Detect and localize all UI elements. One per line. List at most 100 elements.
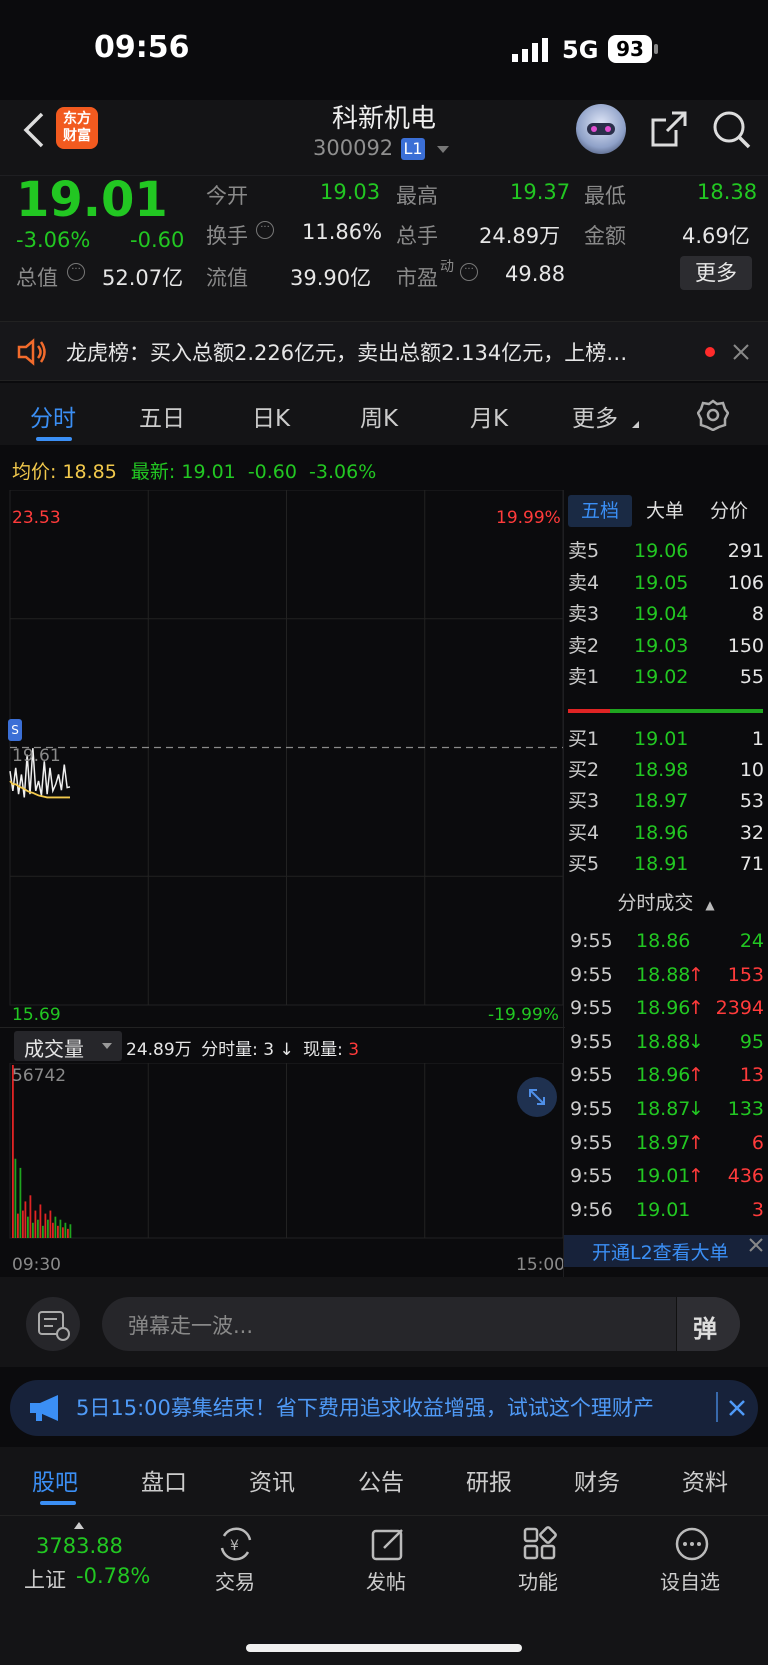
y-min-label: 15.69 — [12, 1005, 61, 1025]
pct-max-label: 19.99% — [496, 508, 561, 528]
ask-volume: 106 — [727, 571, 764, 594]
ask-row[interactable]: 卖5 19.06 291 — [568, 535, 768, 568]
assistant-avatar[interactable] — [576, 104, 626, 154]
danmu-toggle[interactable] — [26, 1297, 80, 1351]
level-badge[interactable]: L1 — [401, 138, 425, 160]
bid-label: 买5 — [568, 852, 600, 875]
volume-bar — [39, 1204, 42, 1238]
bid-row[interactable]: 买2 18.98 10 — [568, 754, 768, 787]
grid-icon[interactable] — [522, 1526, 558, 1562]
turnover-info-icon[interactable]: ··· — [256, 221, 274, 239]
volume-bar — [12, 1065, 14, 1238]
collapse-arrow-icon[interactable]: ▲ — [705, 898, 714, 912]
dragon-tiger-notice[interactable]: 龙虎榜：买入总额2.226亿元，卖出总额2.134亿元，上榜… — [0, 321, 768, 381]
volume-chart[interactable] — [0, 1063, 565, 1243]
tab-more[interactable]: 更多 — [572, 399, 618, 433]
trade-volume: 13 — [739, 1064, 764, 1087]
ask-row[interactable]: 卖3 19.04 8 — [568, 598, 768, 631]
bid-row[interactable]: 买5 18.91 71 — [568, 848, 768, 881]
close-icon[interactable] — [748, 1237, 764, 1253]
compose-icon[interactable] — [370, 1526, 406, 1562]
ask-price: 19.03 — [634, 634, 689, 657]
tab-profile[interactable]: 资料 — [682, 1463, 728, 1497]
yuan-exchange-icon[interactable]: ¥ — [216, 1526, 256, 1562]
amount-label: 金额 — [584, 224, 626, 248]
bid-row[interactable]: 买3 18.97 53 — [568, 785, 768, 818]
price-chart[interactable] — [0, 490, 565, 1018]
close-icon[interactable] — [728, 1399, 746, 1417]
ask-row[interactable]: 卖1 19.02 55 — [568, 661, 768, 694]
close-icon[interactable] — [733, 344, 749, 360]
banner-divider — [716, 1392, 718, 1422]
bid-row[interactable]: 买1 19.01 1 — [568, 723, 768, 756]
orderbook-tab-bigorder[interactable]: 大单 — [646, 495, 684, 527]
tab-news[interactable]: 资讯 — [249, 1463, 295, 1497]
trade-price: 19.01 — [636, 1165, 691, 1188]
danmu-settings-icon — [38, 1311, 70, 1341]
tab-five-day[interactable]: 五日 — [139, 399, 185, 433]
volume-total: 24.89万 — [126, 1040, 192, 1060]
index-name[interactable]: 上证 — [24, 1564, 66, 1594]
trade-label[interactable]: 交易 — [215, 1566, 255, 1595]
trade-price: 18.88 — [636, 963, 691, 986]
current-volume-value: 3 — [348, 1040, 360, 1060]
orderbook-tab-price[interactable]: 分价 — [710, 495, 748, 527]
volume-label: 总手 — [396, 224, 438, 248]
ask-bid-ratio-green — [610, 709, 763, 713]
ask-label: 卖1 — [568, 666, 600, 688]
content-tabs: 股吧 盘口 资讯 公告 研报 财务 资料 — [0, 1447, 768, 1515]
bid-row[interactable]: 买4 18.96 32 — [568, 817, 768, 850]
search-icon[interactable] — [712, 110, 752, 150]
tab-finance[interactable]: 财务 — [574, 1463, 620, 1497]
pe-value: 49.88 — [505, 262, 566, 286]
current-volume-label: 现量: — [303, 1040, 343, 1060]
trade-price: 19.01 — [636, 1198, 691, 1221]
index-pct[interactable]: -0.78% — [76, 1564, 150, 1588]
battery-tip — [654, 44, 658, 54]
bid-price: 18.97 — [634, 790, 689, 813]
ask-row[interactable]: 卖4 19.05 106 — [568, 567, 768, 600]
more-button[interactable]: 更多 — [680, 256, 752, 290]
pe-dynamic-sup: 动 — [440, 259, 454, 275]
trade-row: 9:56 19.01 3 — [568, 1193, 768, 1228]
more-circle-icon[interactable] — [674, 1526, 710, 1562]
ask-row[interactable]: 卖2 19.03 150 — [568, 630, 768, 663]
bid-volume: 1 — [751, 728, 764, 750]
volume-selector[interactable]: 成交量 — [14, 1031, 122, 1061]
tab-orderbook[interactable]: 盘口 — [141, 1463, 187, 1497]
tab-weekly-k[interactable]: 周K — [360, 399, 398, 433]
settings-gear-icon[interactable] — [697, 399, 729, 431]
volume-bar — [47, 1219, 49, 1238]
tab-monthly-k[interactable]: 月K — [470, 399, 508, 433]
post-label[interactable]: 发帖 — [366, 1566, 406, 1595]
tab-forum[interactable]: 股吧 — [32, 1463, 78, 1497]
tab-research[interactable]: 研报 — [466, 1463, 512, 1497]
orderbook-tab-level5[interactable]: 五档 — [568, 495, 632, 527]
trade-row: 9:55 18.96 ↑ 13 — [568, 1058, 768, 1093]
danmu-send-button[interactable]: 弹 — [676, 1297, 740, 1351]
tab-daily-k[interactable]: 日K — [252, 399, 290, 433]
ask-volume: 291 — [727, 540, 764, 562]
share-icon[interactable] — [650, 110, 688, 148]
bid-label: 买3 — [568, 790, 600, 813]
screen: { "status": {"time": "09:56", "network":… — [0, 0, 768, 1665]
l2-promo[interactable]: 开通L2查看大单 — [564, 1235, 768, 1267]
level-dropdown-icon[interactable] — [437, 146, 449, 153]
expand-icon[interactable] — [517, 1077, 557, 1117]
danmu-input[interactable]: 弹幕走一波... 弹 — [102, 1297, 740, 1351]
pe-info-icon[interactable]: ··· — [460, 263, 478, 281]
promo-banner[interactable]: 5日15:00募集结束！省下费用追求收益增强，试试这个理财产 — [10, 1380, 758, 1436]
volume-bar — [32, 1222, 34, 1238]
marker-badge[interactable]: S — [8, 719, 22, 741]
functions-label[interactable]: 功能 — [518, 1566, 558, 1595]
status-bar: 09:56 5G 93 — [0, 0, 768, 100]
tab-intraday[interactable]: 分时 — [30, 399, 76, 433]
turnover-label: 换手 — [206, 224, 248, 248]
tab-announcements[interactable]: 公告 — [358, 1463, 404, 1497]
total-value-info-icon[interactable]: ··· — [67, 263, 85, 281]
add-watchlist-label[interactable]: 设自选 — [660, 1566, 720, 1595]
trade-time: 9:55 — [570, 997, 613, 1020]
index-value[interactable]: 3783.88 — [36, 1534, 123, 1558]
danmu-bar: 弹幕走一波... 弹 — [0, 1277, 768, 1367]
volume-bar — [19, 1167, 22, 1238]
